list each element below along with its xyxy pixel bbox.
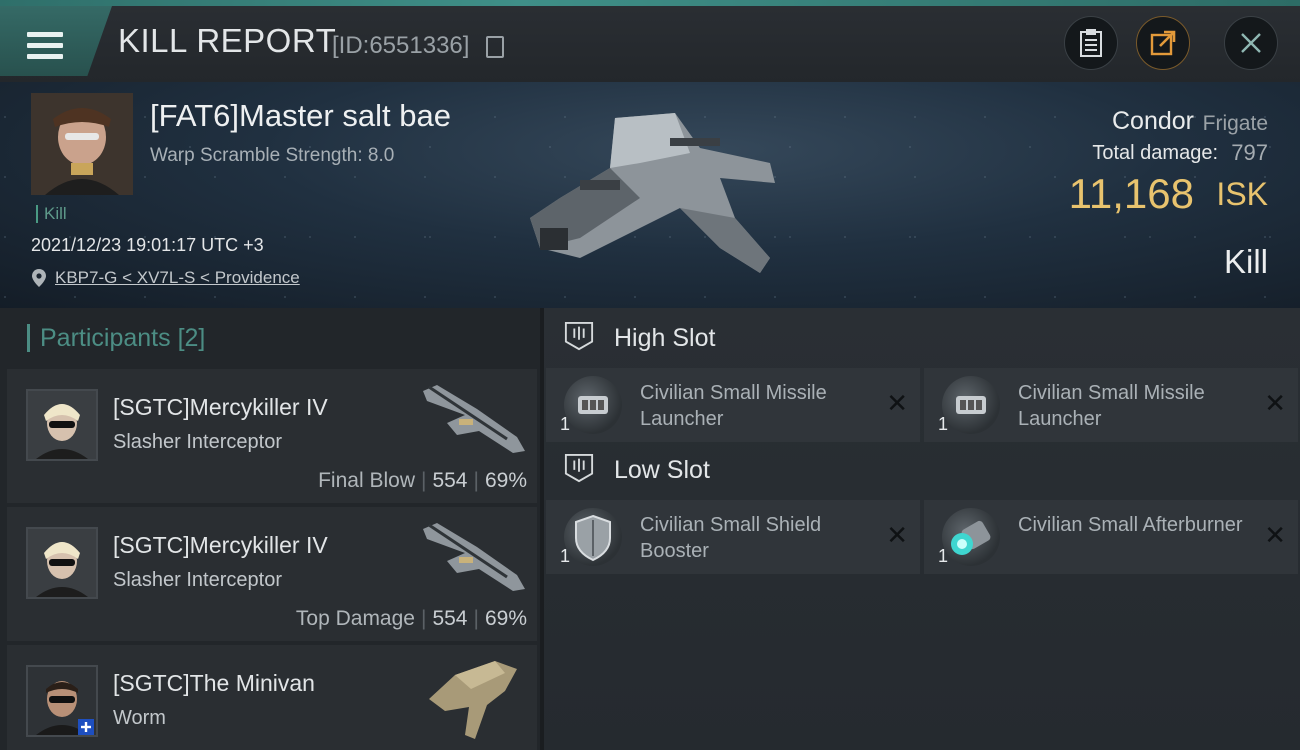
destroyed-x-icon: ✕: [1264, 388, 1286, 418]
participant-ship: Worm: [113, 707, 166, 729]
shield-booster-icon: [564, 508, 622, 566]
total-damage-value: 797: [1231, 140, 1268, 165]
participant-avatar: [26, 527, 98, 599]
participant-ship: Slasher Interceptor: [113, 431, 282, 453]
participant-damage: 554: [432, 607, 468, 630]
share-button[interactable]: [1136, 16, 1190, 70]
module-name: Civilian Small Missile Launcher: [640, 382, 827, 430]
location-pin-icon: [32, 269, 46, 287]
participant-row[interactable]: [SGTC]Mercykiller IV Slasher Interceptor…: [7, 369, 537, 503]
module-name: Civilian Small Shield Booster: [640, 514, 822, 562]
module-name: Civilian Small Afterburner: [1018, 514, 1243, 536]
report-id: [ID:6551336]: [332, 32, 470, 59]
victim-name[interactable]: [FAT6]Master salt bae: [150, 98, 451, 134]
hamburger-icon: [27, 32, 63, 60]
participant-badge: Top Damage: [295, 607, 415, 630]
module-name: Civilian Small Missile Launcher: [1018, 382, 1205, 430]
module-quantity: 1: [938, 414, 949, 434]
clipboard-icon: [1080, 29, 1102, 57]
clipboard-button[interactable]: [1064, 16, 1118, 70]
close-icon: [1241, 33, 1261, 53]
module-quantity: 1: [938, 546, 949, 566]
participant-avatar: [26, 665, 98, 737]
participant-stats: Final Blow | 554 | 69%: [318, 469, 527, 492]
module-item[interactable]: 1 Civilian Small Shield Booster ✕: [546, 500, 920, 574]
module-quantity: 1: [560, 546, 571, 566]
module-item[interactable]: 1 Civilian Small Missile Launcher ✕: [924, 368, 1298, 442]
missile-launcher-icon: [942, 376, 1000, 434]
isk-unit: ISK: [1216, 176, 1268, 212]
participant-avatar: [26, 389, 98, 461]
module-item[interactable]: 1 Civilian Small Afterburner ✕: [924, 500, 1298, 574]
destroyed-x-icon: ✕: [886, 388, 908, 418]
participant-stats: Top Damage | 554 | 69%: [295, 607, 527, 630]
participant-name: [SGTC]Mercykiller IV: [113, 532, 328, 558]
participants-heading: Participants [2]: [27, 324, 205, 352]
victim-ship-name[interactable]: Condor: [1112, 107, 1194, 136]
participant-damage: 554: [432, 469, 468, 492]
close-button[interactable]: [1224, 16, 1278, 70]
high-slot-icon: [564, 321, 594, 351]
victim-ship-class: Frigate: [1202, 112, 1268, 135]
warp-scramble-strength: Warp Scramble Strength: 8.0: [150, 145, 395, 166]
module-quantity: 1: [560, 414, 571, 434]
participant-percent: 69%: [484, 607, 527, 630]
kill-datetime: 2021/12/23 19:01:17 UTC +3: [31, 235, 264, 255]
isk-value: 11,168: [1068, 170, 1194, 217]
missile-launcher-icon: [564, 376, 622, 434]
victim-portrait[interactable]: [31, 93, 133, 195]
participant-ship-image: [429, 661, 517, 739]
participant-row[interactable]: [SGTC]Mercykiller IV Slasher Interceptor…: [7, 507, 537, 641]
low-slot-title: Low Slot: [614, 456, 710, 484]
participant-badge: Final Blow: [318, 469, 415, 492]
destroyed-x-icon: ✕: [886, 520, 908, 550]
participant-name: [SGTC]The Minivan: [113, 670, 315, 696]
participants-count: [2]: [177, 324, 206, 352]
participant-percent: 69%: [484, 469, 527, 492]
victim-ship-image: [530, 113, 775, 273]
participant-ship-image: [423, 523, 525, 591]
kill-location-link[interactable]: KBP7-G < XV7L-S < Providence: [55, 268, 300, 288]
destroyed-x-icon: ✕: [1264, 520, 1286, 550]
participant-ship-image: [423, 385, 525, 453]
share-icon: [1150, 30, 1176, 56]
copy-icon[interactable]: [486, 36, 504, 58]
participant-name: [SGTC]Mercykiller IV: [113, 394, 328, 420]
low-slot-icon: [564, 453, 594, 483]
participant-row[interactable]: [SGTC]The Minivan Worm: [7, 645, 537, 750]
total-damage-label: Total damage:: [1092, 142, 1218, 164]
participants-title: Participants: [40, 324, 171, 352]
kill-tag: Kill: [36, 205, 67, 223]
result-label: Kill: [1223, 243, 1268, 280]
participant-ship: Slasher Interceptor: [113, 569, 282, 591]
module-item[interactable]: 1 Civilian Small Missile Launcher ✕: [546, 368, 920, 442]
page-title: KILL REPORT: [118, 22, 337, 59]
high-slot-title: High Slot: [614, 324, 716, 352]
afterburner-icon: [942, 508, 1000, 566]
